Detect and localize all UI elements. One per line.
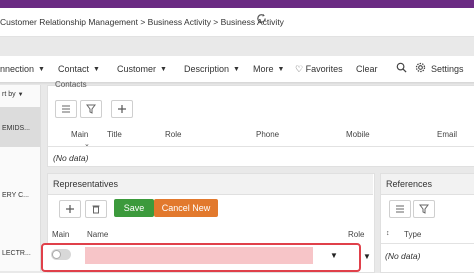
menu-more-label: More — [253, 64, 274, 74]
representatives-header: Representatives — [48, 174, 373, 195]
settings-button[interactable]: Settings — [431, 64, 464, 74]
references-column-chooser-button[interactable] — [389, 200, 411, 218]
chevron-down-icon: ▼ — [277, 66, 285, 73]
column-chooser-button[interactable] — [55, 100, 77, 118]
menu-description[interactable]: Description ▼ — [184, 64, 240, 74]
representatives-title: Representatives — [53, 179, 119, 189]
contacts-col-mobile[interactable]: Mobile — [346, 130, 370, 139]
references-col-marker: ↕ — [386, 230, 390, 237]
representatives-col-name[interactable]: Name — [87, 230, 108, 239]
chevron-down-icon: ▼ — [17, 92, 24, 98]
menu-connection-label: nnection — [0, 64, 35, 74]
list-icon — [62, 105, 70, 113]
breadcrumb[interactable]: Customer Relationship Management > Busin… — [0, 17, 284, 27]
contacts-col-main[interactable]: Main — [71, 130, 88, 139]
favorites-button[interactable]: ♡ Favorites — [295, 64, 343, 75]
list-icon — [396, 205, 404, 213]
contacts-section-title: Contacts — [55, 80, 87, 89]
add-contact-button[interactable] — [111, 100, 133, 118]
filter-icon — [86, 104, 96, 114]
menu-customer[interactable]: Customer ▼ — [117, 64, 167, 74]
add-representative-button[interactable] — [59, 200, 81, 218]
filter-button[interactable] — [80, 100, 102, 118]
filter-icon — [419, 204, 429, 214]
sort-by-label: rt by — [2, 91, 16, 98]
favorites-label: Favorites — [305, 64, 343, 74]
heart-icon: ♡ — [295, 64, 304, 74]
plus-icon — [118, 105, 126, 113]
contacts-panel — [47, 85, 474, 167]
divider — [381, 243, 474, 244]
name-input[interactable] — [85, 247, 313, 264]
cancel-new-button[interactable]: Cancel New — [154, 199, 218, 217]
references-title: References — [386, 179, 433, 189]
references-empty-text: (No data) — [385, 251, 421, 261]
divider — [48, 146, 474, 147]
representatives-col-role[interactable]: Role — [348, 230, 364, 239]
breadcrumb-bar: Customer Relationship Management > Busin… — [0, 8, 474, 37]
trash-icon — [92, 205, 100, 214]
contacts-col-role[interactable]: Role — [165, 130, 181, 139]
menu-description-label: Description — [184, 64, 230, 74]
chevron-down-icon[interactable]: ▼ — [330, 251, 338, 260]
refresh-icon[interactable] — [256, 13, 267, 27]
chevron-down-icon: ▼ — [38, 66, 45, 73]
clear-button[interactable]: Clear — [356, 64, 378, 74]
contacts-col-title[interactable]: Title — [107, 130, 122, 139]
menu-more[interactable]: More ▼ — [253, 64, 284, 74]
list-item[interactable]: EMIDS... — [2, 125, 30, 132]
menu-connection[interactable]: nnection ▼ — [0, 64, 45, 74]
plus-icon — [66, 205, 74, 213]
main-toggle[interactable] — [51, 249, 71, 260]
chevron-down-icon: ▼ — [160, 66, 167, 73]
menu-customer-label: Customer — [117, 64, 157, 74]
menu-contact[interactable]: Contact ▼ — [58, 64, 100, 74]
search-icon[interactable] — [396, 62, 407, 73]
save-button[interactable]: Save — [114, 199, 154, 217]
references-filter-button[interactable] — [413, 200, 435, 218]
toggle-knob — [52, 250, 61, 259]
representatives-col-main[interactable]: Main — [52, 230, 69, 239]
contacts-col-email[interactable]: Email — [437, 130, 457, 139]
menu-contact-label: Contact — [58, 64, 90, 74]
list-item[interactable]: ERY C... — [2, 192, 29, 199]
command-menu-bar: nnection ▼ Contact ▼ Customer ▼ Description… — [0, 56, 474, 82]
references-col-type[interactable]: Type — [404, 230, 421, 239]
role-dropdown-arrow[interactable]: ▼ — [363, 252, 371, 261]
references-header: References — [381, 174, 474, 195]
chevron-down-icon: ▼ — [93, 66, 100, 73]
record-list-sidebar: rt by ▼ EMIDS... ERY C... LECTR... — [0, 85, 41, 271]
delete-representative-button[interactable] — [85, 200, 107, 218]
contacts-col-phone[interactable]: Phone — [256, 130, 279, 139]
chevron-down-icon: ▼ — [233, 66, 240, 73]
contacts-empty-text: (No data) — [53, 153, 89, 163]
representative-edit-row: ▼ — [41, 243, 361, 272]
gear-icon[interactable] — [415, 62, 426, 73]
list-item[interactable]: LECTR... — [2, 250, 31, 257]
sort-by-dropdown[interactable]: rt by ▼ — [2, 91, 24, 98]
app-top-bar — [0, 0, 474, 8]
